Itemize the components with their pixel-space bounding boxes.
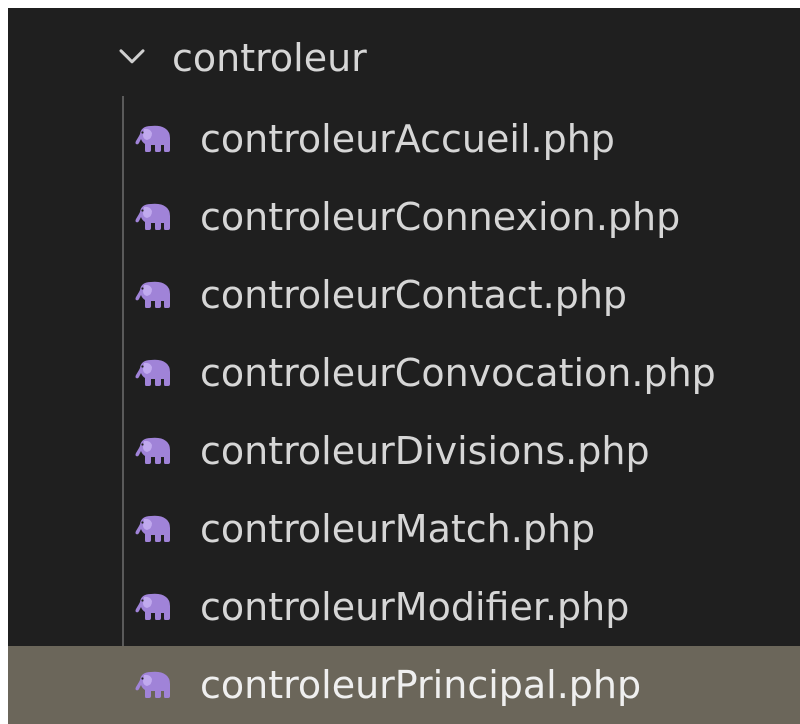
file-row-controleurmatch[interactable]: controleurMatch.php: [8, 490, 800, 568]
file-name: controleurAccueil.php: [200, 117, 615, 161]
folder-row-controleur[interactable]: controleur: [8, 30, 800, 86]
file-name: controleurDivisions.php: [200, 429, 650, 473]
php-elephant-icon: [135, 125, 170, 152]
file-name: controleurMatch.php: [200, 507, 596, 551]
php-elephant-icon: [135, 359, 170, 386]
php-elephant-icon: [135, 593, 170, 620]
file-name: controleurContact.php: [200, 273, 628, 317]
folder-name: controleur: [172, 36, 367, 80]
php-elephant-icon: [135, 437, 170, 464]
file-row-controleurcontact[interactable]: controleurContact.php: [8, 256, 800, 334]
file-row-controleurmodifier[interactable]: controleurModifier.php: [8, 568, 800, 646]
file-row-controleurconnexion[interactable]: controleurConnexion.php: [8, 178, 800, 256]
file-row-controleuraccueil[interactable]: controleurAccueil.php: [8, 100, 800, 178]
php-elephant-icon: [135, 281, 170, 308]
php-elephant-icon: [135, 203, 170, 230]
file-row-controleurdivisions[interactable]: controleurDivisions.php: [8, 412, 800, 490]
file-explorer-panel: controleur controleurAccueil.php control…: [8, 8, 800, 724]
file-name: controleurConnexion.php: [200, 195, 681, 239]
file-name: controleurModifier.php: [200, 585, 630, 629]
file-name: controleurPrincipal.php: [200, 663, 642, 707]
file-row-controleurconvocation[interactable]: controleurConvocation.php: [8, 334, 800, 412]
file-list: controleurAccueil.php controleurConnexio…: [8, 100, 800, 724]
file-name: controleurConvocation.php: [200, 351, 716, 395]
php-elephant-icon: [135, 671, 170, 698]
php-elephant-icon: [135, 515, 170, 542]
chevron-down-icon[interactable]: [116, 45, 148, 67]
file-row-controleurprincipal[interactable]: controleurPrincipal.php: [8, 646, 800, 724]
